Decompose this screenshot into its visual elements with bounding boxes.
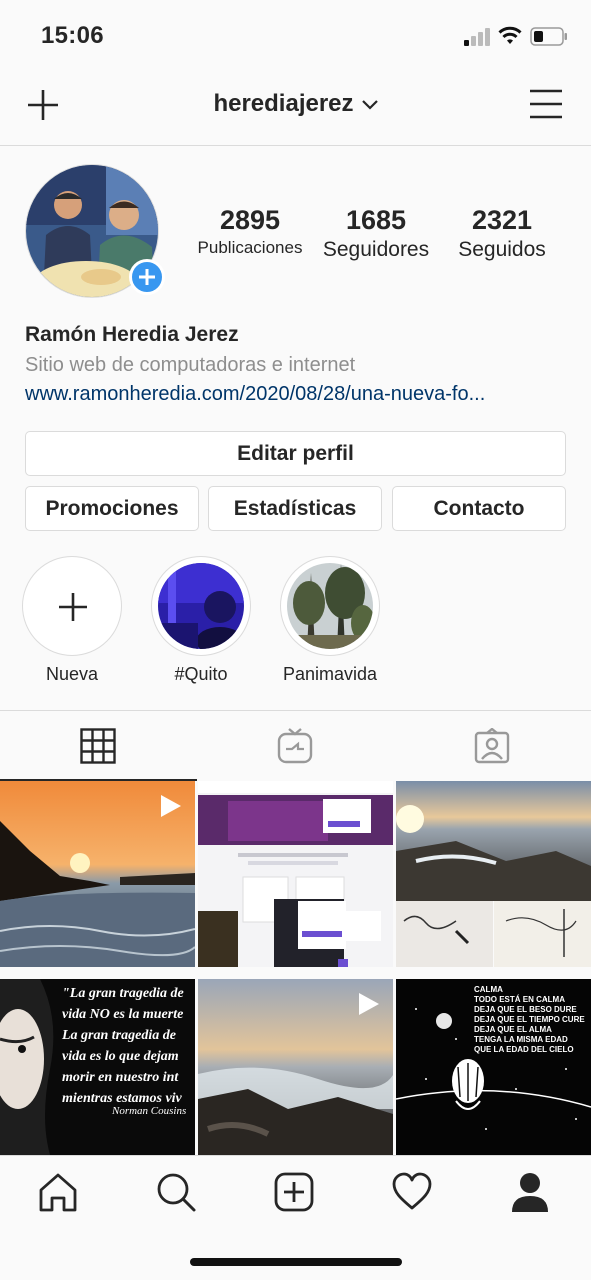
quote-line: "La gran tragedia de	[62, 986, 184, 1001]
video-play-icon	[161, 795, 181, 817]
tab-tagged[interactable]	[394, 711, 591, 781]
battery-icon	[530, 27, 567, 46]
search-icon[interactable]	[154, 1170, 198, 1214]
highlight-panimavida[interactable]: Panimavida	[275, 556, 385, 685]
promotions-button[interactable]: Promociones	[25, 486, 199, 531]
tab-igtv[interactable]	[197, 711, 394, 781]
quote-line: morir en nuestro int	[62, 1070, 179, 1085]
quote-line: La gran tragedia de	[62, 1028, 176, 1043]
followers-count[interactable]: 1685 Seguidores	[316, 205, 436, 262]
status-time: 15:06	[41, 22, 104, 49]
signal-icon	[464, 28, 490, 46]
grid-post[interactable]	[0, 781, 195, 967]
highlight-label: Nueva	[45, 664, 99, 684]
home-icon[interactable]	[36, 1170, 80, 1214]
status-bar: 15:06	[0, 0, 591, 70]
quote-line: vida es lo que dejam	[62, 1049, 179, 1064]
highlight-cover-image	[158, 563, 244, 649]
edit-profile-button[interactable]: Editar perfil	[25, 431, 566, 476]
tab-grid[interactable]	[0, 711, 197, 781]
grid-post[interactable]: "La gran tragedia de vida NO es la muert…	[0, 979, 195, 1155]
grid-post[interactable]	[198, 979, 393, 1155]
quote-text: "La gran tragedia de vida NO es la muert…	[62, 983, 184, 1109]
profile-category: Sitio web de computadoras e internet	[25, 354, 356, 376]
igtv-icon	[277, 728, 313, 764]
activity-heart-icon[interactable]	[390, 1170, 434, 1214]
grid-post[interactable]: CALMA TODO ESTÁ EN CALMA DEJA QUE EL BES…	[396, 979, 591, 1155]
grid-post[interactable]	[396, 781, 591, 967]
posts-count-value: 2895	[219, 205, 281, 235]
chevron-down-icon	[361, 99, 378, 110]
highlight-quito[interactable]: #Quito	[146, 556, 256, 685]
followers-count-value: 1685	[345, 205, 407, 235]
poem-text: CALMA TODO ESTÁ EN CALMA DEJA QUE EL BES…	[474, 985, 585, 1054]
statistics-button[interactable]: Estadísticas	[208, 486, 382, 531]
following-count-label: Seguidos	[458, 238, 546, 261]
add-story-icon[interactable]	[129, 259, 165, 295]
menu-icon[interactable]	[528, 88, 564, 120]
video-play-icon	[359, 993, 379, 1015]
highlight-new[interactable]: Nueva	[17, 556, 127, 685]
following-count[interactable]: 2321 Seguidos	[448, 205, 556, 262]
grid-post[interactable]	[198, 781, 393, 967]
highlight-ring	[280, 556, 380, 656]
posts-count[interactable]: 2895 Publicaciones	[190, 205, 310, 258]
tagged-icon	[474, 728, 510, 764]
posts-grid: "La gran tragedia de vida NO es la muert…	[0, 781, 591, 1155]
followers-count-label: Seguidores	[322, 238, 430, 261]
wifi-icon	[498, 26, 522, 44]
highlight-cover-image	[287, 563, 373, 649]
plus-icon	[59, 593, 87, 621]
profile-icon[interactable]	[508, 1170, 552, 1214]
contact-button[interactable]: Contacto	[392, 486, 566, 531]
quote-author: Norman Cousins	[112, 1105, 187, 1117]
username-switcher[interactable]: herediajerez	[0, 90, 591, 118]
highlight-label: Panimavida	[282, 664, 378, 684]
new-post-icon[interactable]	[272, 1170, 316, 1214]
profile-tabs	[0, 710, 591, 781]
grid-icon	[80, 728, 116, 764]
posts-count-label: Publicaciones	[197, 238, 303, 257]
profile-website-link[interactable]: www.ramonheredia.com/2020/08/28/una-nuev…	[25, 383, 566, 406]
profile-header: herediajerez	[0, 70, 591, 146]
highlight-label: #Quito	[174, 664, 228, 684]
home-indicator[interactable]	[190, 1258, 402, 1266]
profile-full-name: Ramón Heredia Jerez	[25, 323, 239, 346]
quote-line: vida NO es la muerte	[62, 1007, 184, 1022]
highlight-ring	[151, 556, 251, 656]
highlight-ring	[22, 556, 122, 656]
username-title: herediajerez	[213, 90, 354, 117]
following-count-value: 2321	[471, 205, 533, 235]
